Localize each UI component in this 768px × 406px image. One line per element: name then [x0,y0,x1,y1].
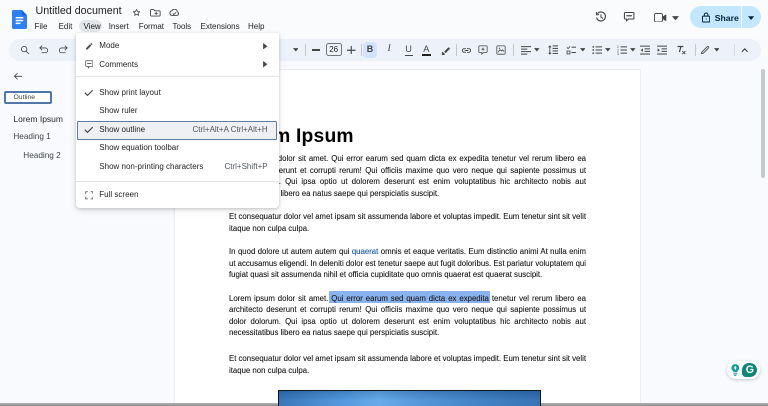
svg-text:3: 3 [617,52,619,55]
